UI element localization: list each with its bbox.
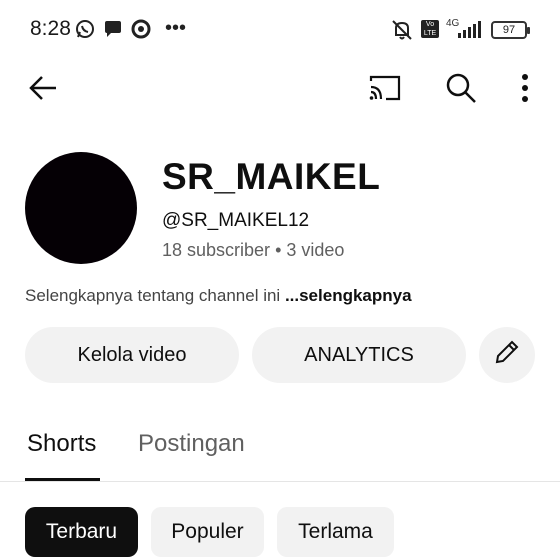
channel-handle: @SR_MAIKEL12 [162,210,310,231]
chip-terbaru[interactable]: Terbaru [25,507,138,557]
about-more-link[interactable]: ...selengkapnya [285,286,412,305]
chip-terlama[interactable]: Terlama [277,507,394,557]
more-vertical-icon [520,73,530,108]
muted-bell-icon [390,19,414,46]
channel-stats: 18 subscriber • 3 video [162,240,344,261]
about-text: Selengkapnya tentang channel ini [25,286,281,305]
tab-shorts[interactable]: Shorts [27,430,96,458]
more-notifications-icon: ••• [165,17,187,39]
back-button[interactable] [23,70,63,110]
edit-channel-button[interactable] [479,327,535,383]
video-count: 3 video [286,240,345,260]
status-time: 8:28 [30,17,71,40]
channel-avatar[interactable] [25,152,137,264]
cast-icon [368,73,402,108]
back-arrow-icon [27,72,59,109]
status-bar: 8:28 ••• Vo LTE 4G 97 [0,0,560,60]
chat-bubble-icon [103,19,123,44]
channel-about[interactable]: Selengkapnya tentang channel ini ...sele… [25,286,412,306]
signal-icon [456,19,482,44]
subscriber-count: 18 subscriber [162,240,271,260]
volte-icon: Vo LTE [421,20,439,38]
pencil-icon [492,337,522,373]
chrome-icon [131,19,151,44]
chip-populer[interactable]: Populer [151,507,264,557]
search-button[interactable] [441,70,481,110]
analytics-button[interactable]: ANALYTICS [252,327,466,383]
more-options-button[interactable] [505,70,545,110]
battery-icon: 97 [491,21,530,39]
tabs-divider [0,481,560,482]
cast-button[interactable] [365,70,405,110]
search-icon [445,72,477,109]
whatsapp-icon [75,19,95,44]
channel-name: SR_MAIKEL [162,156,381,197]
tab-postingan[interactable]: Postingan [138,430,245,458]
manage-videos-button[interactable]: Kelola video [25,327,239,383]
stats-separator: • [275,240,282,260]
